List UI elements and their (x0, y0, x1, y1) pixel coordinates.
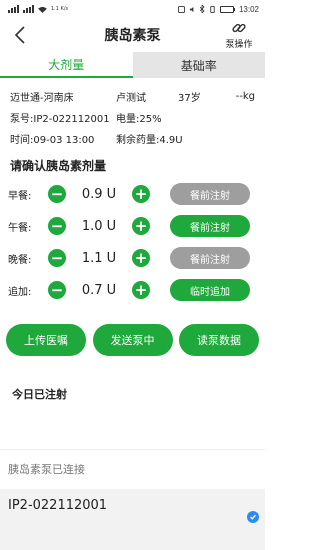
dose-unit: U (106, 250, 117, 266)
status-bar: 1.1 K/s 13:02 (0, 0, 265, 18)
record-time: 时间:09-03 13:00 (10, 135, 95, 146)
action-bar: 上传医嘱 发送泵中 读泵数据 (0, 324, 265, 356)
battery-level: 电量:25% (116, 114, 162, 125)
dose-number: 1.1 (81, 250, 103, 266)
send-to-pump-button[interactable]: 发送泵中 (92, 324, 173, 356)
dose-number: 1.0 (81, 218, 103, 234)
tab-bar: 大剂量 基础率 (0, 52, 265, 78)
dose-value: 1.0 U (66, 219, 132, 234)
dose-row-breakfast: 早餐: − 0.9 U + 餐前注射 (0, 178, 265, 210)
increase-button[interactable]: + (132, 249, 150, 267)
device-id: IP2-022112001 (8, 498, 108, 513)
today-injected-title: 今日已注射 (12, 388, 67, 401)
increase-button[interactable]: + (132, 185, 150, 203)
device-list-item[interactable]: IP2-022112001 (0, 489, 265, 550)
dose-label: 追加: (8, 286, 32, 298)
dose-value: 0.9 U (66, 187, 132, 202)
link-icon (232, 23, 246, 33)
decrease-button[interactable]: − (48, 281, 66, 299)
dose-unit: U (106, 218, 117, 234)
decrease-button[interactable]: − (48, 185, 66, 203)
dose-row-additional: 追加: − 0.7 U + 临时追加 (0, 274, 265, 306)
dose-list: 早餐: − 0.9 U + 餐前注射 午餐: − 1.0 U + 餐前注射 晚餐: … (0, 178, 265, 306)
header: 胰岛素泵 泵操作 (0, 18, 265, 52)
pre-meal-inject-button[interactable]: 餐前注射 (170, 247, 250, 269)
clock: 13:02 (238, 4, 259, 14)
pump-operation-label: 泵操作 (225, 40, 253, 50)
dose-value: 0.7 U (66, 283, 132, 298)
signal-icon (8, 5, 19, 13)
pump-operation-button[interactable]: 泵操作 (219, 20, 259, 50)
dose-section-title: 请确认胰岛素剂量 (10, 159, 107, 173)
wifi-icon (38, 6, 47, 13)
pump-connected-status: 胰岛素泵已连接 (0, 449, 265, 489)
patient-age: 37岁 (178, 93, 201, 104)
chevron-left-icon (14, 26, 25, 44)
battery-icon (219, 5, 235, 13)
tab-bolus[interactable]: 大剂量 (0, 52, 133, 78)
check-icon (247, 511, 259, 523)
nfc-icon (177, 5, 185, 13)
network-speed: 1.1 K/s (51, 5, 69, 12)
mute-icon (189, 6, 194, 12)
dose-row-lunch: 午餐: − 1.0 U + 餐前注射 (0, 210, 265, 242)
temporary-add-button[interactable]: 临时追加 (170, 279, 250, 301)
dose-number: 0.9 (81, 186, 103, 202)
tab-basal[interactable]: 基础率 (132, 52, 265, 78)
bluetooth-icon (199, 5, 205, 13)
patient-weight: --kg (235, 91, 255, 102)
dose-label: 午餐: (8, 222, 32, 234)
decrease-button[interactable]: − (48, 249, 66, 267)
decrease-button[interactable]: − (48, 217, 66, 235)
dose-label: 早餐: (8, 190, 32, 202)
dose-label: 晚餐: (8, 254, 32, 266)
increase-button[interactable]: + (132, 217, 150, 235)
dose-number: 0.7 (81, 282, 103, 298)
pump-number: 泵号:IP2-022112001 (10, 114, 110, 125)
pre-meal-inject-button[interactable]: 餐前注射 (170, 215, 250, 237)
increase-button[interactable]: + (132, 281, 150, 299)
patient-name: 迈世通-河南床 (10, 93, 74, 104)
dose-value: 1.1 U (66, 251, 132, 266)
vibrate-icon (210, 5, 215, 13)
read-pump-data-button[interactable]: 读泵数据 (179, 324, 259, 356)
dose-unit: U (106, 282, 117, 298)
back-button[interactable] (10, 25, 30, 45)
pre-meal-inject-button[interactable]: 餐前注射 (170, 183, 250, 205)
signal-icon-2 (23, 5, 34, 13)
patient-info: 迈世通-河南床 卢测试 37岁 --kg 泵号:IP2-022112001 电量… (0, 78, 265, 149)
upload-order-button[interactable]: 上传医嘱 (6, 324, 86, 356)
dose-unit: U (106, 186, 117, 202)
patient-test: 卢测试 (116, 93, 146, 104)
dose-row-dinner: 晚餐: − 1.1 U + 餐前注射 (0, 242, 265, 274)
remaining-insulin: 剩余药量:4.9U (116, 135, 183, 146)
